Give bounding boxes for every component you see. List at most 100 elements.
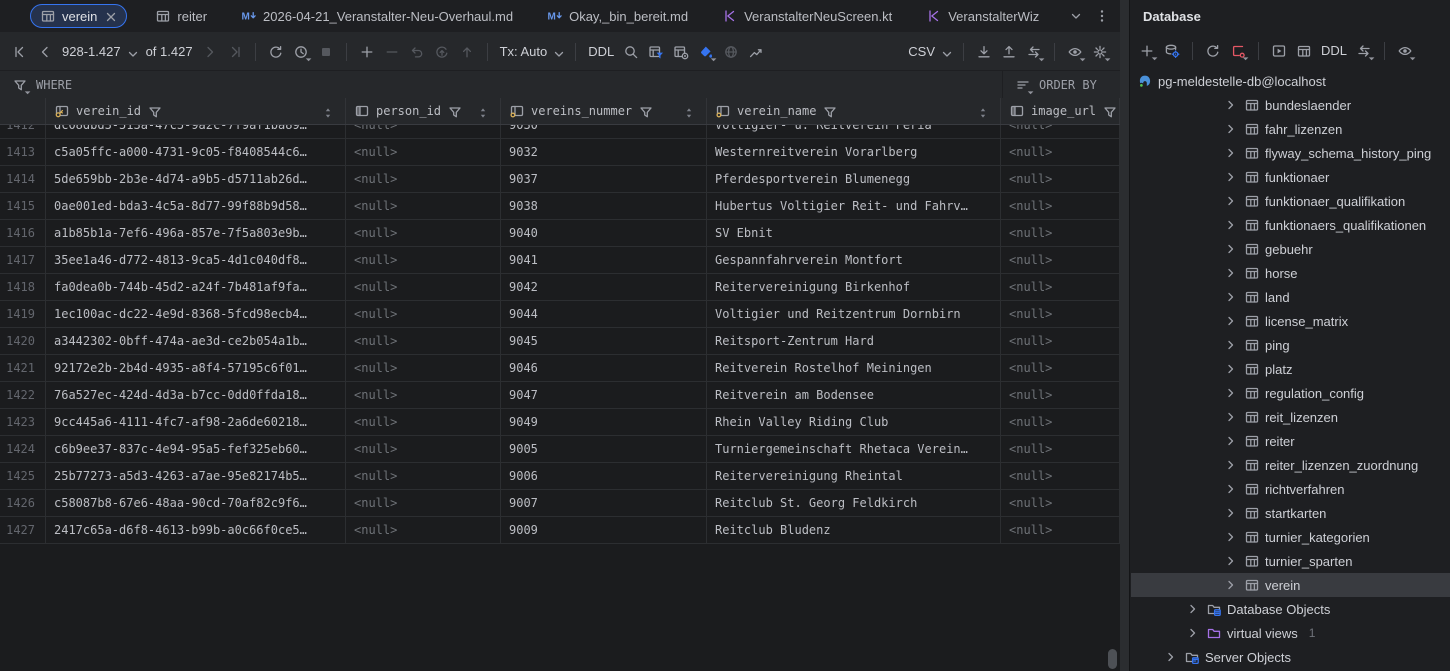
table-row[interactable]: 1426c58087b8-67e6-48aa-90cd-70af82c9f6…<…	[0, 490, 1120, 517]
color-format-icon[interactable]	[698, 44, 714, 60]
vertical-scrollbar[interactable]	[1108, 649, 1117, 669]
table-row[interactable]: 14191ec100ac-dc22-4e9d-8368-5fcd98ecb4…<…	[0, 301, 1120, 328]
tree-item-table-richtverfahren[interactable]: richtverfahren	[1131, 477, 1450, 501]
editor-tab[interactable]: M2026-04-21_Veranstalter-Neu-Overhaul.md	[235, 4, 519, 28]
cell-verein_name[interactable]: Gespannfahrverein Montfort	[707, 247, 1001, 273]
cell-verein_id[interactable]: 1ec100ac-dc22-4e9d-8368-5fcd98ecb4…	[46, 301, 346, 327]
delete-row-icon[interactable]	[384, 44, 400, 60]
tree-item-table-platz[interactable]: platz	[1131, 357, 1450, 381]
cell-vereins_nummer[interactable]: 9030	[501, 125, 707, 138]
ddl-button[interactable]: DDL	[588, 44, 614, 59]
cell-vereins_nummer[interactable]: 9040	[501, 220, 707, 246]
search-icon[interactable]	[623, 44, 639, 60]
cell-verein_id[interactable]: 5de659bb-2b3e-4d74-a9b5-d5711ab26d…	[46, 166, 346, 192]
chevron-right-icon[interactable]	[1223, 409, 1239, 425]
cell-verein_id[interactable]: 35ee1a46-d772-4813-9ca5-4d1c040df8…	[46, 247, 346, 273]
order-by-input[interactable]: ORDER BY	[1002, 71, 1120, 98]
refresh-icon[interactable]	[1205, 43, 1221, 59]
tree-item-table-funktionaers_qualifikationen[interactable]: funktionaers_qualifikationen	[1131, 213, 1450, 237]
cell-person_id[interactable]: <null>	[346, 247, 501, 273]
cell-image_url[interactable]: <null>	[1001, 220, 1120, 246]
cell-verein_name[interactable]: Pferdesportverein Blumenegg	[707, 166, 1001, 192]
cell-verein_name[interactable]: Hubertus Voltigier Reit- und Fahrv…	[707, 193, 1001, 219]
tree-item-table-reiter[interactable]: reiter	[1131, 429, 1450, 453]
cell-verein_name[interactable]: Reitclub St. Georg Feldkirch	[707, 490, 1001, 516]
cell-person_id[interactable]: <null>	[346, 355, 501, 381]
cell-verein_id[interactable]: 76a527ec-424d-4d3a-b7cc-0dd0ffda18…	[46, 382, 346, 408]
cell-verein_id[interactable]: dc08dbd3-513a-47c5-9a2c-7f9af1ba89…	[46, 125, 346, 138]
cell-verein_name[interactable]: Reitclub Bludenz	[707, 517, 1001, 543]
revert-icon[interactable]	[434, 44, 450, 60]
chevron-right-icon[interactable]	[1223, 577, 1239, 593]
history-clock-icon[interactable]	[293, 44, 309, 60]
chevron-right-icon[interactable]	[1223, 457, 1239, 473]
tree-item-table-verein[interactable]: verein	[1131, 573, 1450, 597]
cell-person_id[interactable]: <null>	[346, 490, 501, 516]
eye-icon[interactable]	[1067, 44, 1083, 60]
filter-funnel-icon[interactable]	[147, 104, 161, 118]
tree-item-table-license_matrix[interactable]: license_matrix	[1131, 309, 1450, 333]
ddl-button[interactable]: DDL	[1321, 43, 1347, 58]
sort-icon[interactable]	[681, 105, 693, 117]
where-input[interactable]: WHERE	[0, 71, 1002, 98]
table-row[interactable]: 142525b77273-a5d3-4263-a7ae-95e82174b5…<…	[0, 463, 1120, 490]
cell-verein_name[interactable]: Turniergemeinschaft Rhetaca Verein…	[707, 436, 1001, 462]
table-row[interactable]: 14239cc445a6-4111-4fc7-af98-2a6de60218…<…	[0, 409, 1120, 436]
cell-person_id[interactable]: <null>	[346, 166, 501, 192]
cell-verein_id[interactable]: c58087b8-67e6-48aa-90cd-70af82c9f6…	[46, 490, 346, 516]
filter-funnel-icon[interactable]	[822, 104, 836, 118]
table-row[interactable]: 1413c5a05ffc-a000-4731-9c05-f8408544c6…<…	[0, 139, 1120, 166]
cell-image_url[interactable]: <null>	[1001, 166, 1120, 192]
cell-image_url[interactable]: <null>	[1001, 247, 1120, 273]
eye-icon[interactable]	[1397, 43, 1413, 59]
table-row[interactable]: 141735ee1a46-d772-4813-9ca5-4d1c040df8…<…	[0, 247, 1120, 274]
editor-tab[interactable]: verein	[30, 4, 127, 28]
cell-person_id[interactable]: <null>	[346, 274, 501, 300]
cell-vereins_nummer[interactable]: 9006	[501, 463, 707, 489]
cell-verein_id[interactable]: 25b77273-a5d3-4263-a7ae-95e82174b5…	[46, 463, 346, 489]
cell-verein_id[interactable]: 92172e2b-2b4d-4935-a8f4-57195c6f01…	[46, 355, 346, 381]
stop-icon[interactable]	[318, 44, 334, 60]
jump-to-ddl-icon[interactable]	[1356, 43, 1372, 59]
cell-person_id[interactable]: <null>	[346, 220, 501, 246]
cell-verein_name[interactable]: Reitervereinigung Rheintal	[707, 463, 1001, 489]
cell-verein_name[interactable]: Reitverein am Bodensee	[707, 382, 1001, 408]
tree-item-table-turnier_kategorien[interactable]: turnier_kategorien	[1131, 525, 1450, 549]
cell-image_url[interactable]: <null>	[1001, 355, 1120, 381]
close-icon[interactable]	[103, 9, 117, 23]
chevron-down-icon[interactable]	[1068, 8, 1084, 24]
cell-verein_name[interactable]: Reitsport-Zentrum Hard	[707, 328, 1001, 354]
cell-person_id[interactable]: <null>	[346, 517, 501, 543]
cell-person_id[interactable]: <null>	[346, 301, 501, 327]
chevron-right-icon[interactable]	[1223, 289, 1239, 305]
cell-vereins_nummer[interactable]: 9005	[501, 436, 707, 462]
table-row[interactable]: 14145de659bb-2b3e-4d74-a9b5-d5711ab26d…<…	[0, 166, 1120, 193]
compare-icon[interactable]	[1026, 44, 1042, 60]
first-page-icon[interactable]	[12, 44, 28, 60]
cell-verein_name[interactable]: Voltigier und Reitzentrum Dornbirn	[707, 301, 1001, 327]
cell-verein_name[interactable]: SV Ebnit	[707, 220, 1001, 246]
cell-vereins_nummer[interactable]: 9032	[501, 139, 707, 165]
cell-person_id[interactable]: <null>	[346, 436, 501, 462]
cell-image_url[interactable]: <null>	[1001, 301, 1120, 327]
chevron-right-icon[interactable]	[1223, 385, 1239, 401]
chevron-right-icon[interactable]	[1223, 97, 1239, 113]
table-row[interactable]: 1420a3442302-0bff-474a-ae3d-ce2b054a1b…<…	[0, 328, 1120, 355]
cell-verein_name[interactable]: Reitverein Rostelhof Meiningen	[707, 355, 1001, 381]
cell-vereins_nummer[interactable]: 9045	[501, 328, 707, 354]
column-header-vereins_nummer[interactable]: vereins_nummer	[501, 98, 707, 124]
chevron-right-icon[interactable]	[1223, 145, 1239, 161]
cell-vereins_nummer[interactable]: 9046	[501, 355, 707, 381]
cell-image_url[interactable]: <null>	[1001, 463, 1120, 489]
cell-person_id[interactable]: <null>	[346, 139, 501, 165]
add-icon[interactable]	[1139, 43, 1155, 59]
cell-verein_id[interactable]: c6b9ee37-837c-4e94-95a5-fef325eb60…	[46, 436, 346, 462]
tree-item-group[interactable]: Database Objects	[1131, 597, 1450, 621]
column-header-person_id[interactable]: person_id	[346, 98, 501, 124]
tree-item-table-funktionaer_qualifikation[interactable]: funktionaer_qualifikation	[1131, 189, 1450, 213]
cell-image_url[interactable]: <null>	[1001, 382, 1120, 408]
chevron-right-icon[interactable]	[1185, 601, 1201, 617]
tree-item-group[interactable]: virtual views1	[1131, 621, 1450, 645]
cell-vereins_nummer[interactable]: 9007	[501, 490, 707, 516]
filter-funnel-icon[interactable]	[1102, 104, 1116, 118]
